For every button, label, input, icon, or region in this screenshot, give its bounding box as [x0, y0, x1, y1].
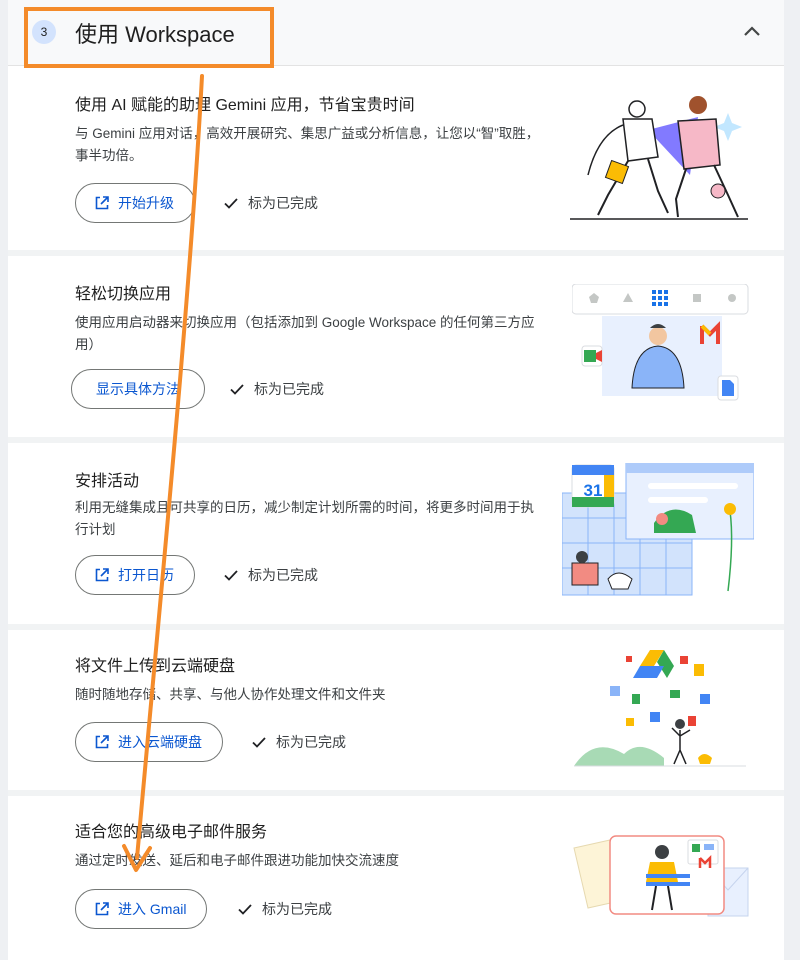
- checkmark-icon: [252, 737, 266, 748]
- drive-illustration: [574, 650, 746, 767]
- card-description: 与 Gemini 应用对话，高效开展研究、集思广益或分析信息，让您以“智”取胜，…: [75, 126, 540, 163]
- start-upgrade-button[interactable]: 开始升级: [75, 183, 195, 223]
- mark-complete-button[interactable]: 标为已完成: [229, 379, 324, 399]
- open-gmail-button[interactable]: 进入 Gmail: [75, 889, 208, 929]
- card-title: 使用 AI 赋能的助理 Gemini 应用，节省宝贵时间: [75, 97, 415, 114]
- card-title: 安排活动: [75, 473, 140, 490]
- mark-complete-button[interactable]: 标为已完成: [223, 193, 318, 213]
- mark-complete-label: 标为已完成: [248, 195, 318, 211]
- checkmark-icon: [224, 570, 238, 581]
- card-drive: 将文件上传到云端硬盘 随时随地存储、共享、与他人协作处理文件和文件夹 进入云端硬…: [8, 630, 784, 790]
- card-calendar: 安排活动 利用无缝集成且可共享的日历，减少制定计划所需的时间，将更多时间用于执行…: [8, 443, 784, 624]
- card-title: 适合您的高级电子邮件服务: [75, 824, 268, 841]
- external-link-icon: [95, 902, 109, 916]
- mark-complete-button[interactable]: 标为已完成: [237, 899, 332, 919]
- calendar-day-number: 31: [584, 481, 603, 500]
- mark-complete-button[interactable]: 标为已完成: [223, 565, 318, 585]
- open-drive-label: 进入云端硬盘: [118, 734, 202, 750]
- external-link-icon: [95, 196, 109, 210]
- card-description: 通过定时发送、延后和电子邮件跟进功能加快交流速度: [75, 853, 399, 868]
- card-title: 将文件上传到云端硬盘: [75, 658, 236, 675]
- card-description: 利用无缝集成且可共享的日历，减少制定计划所需的时间，将更多时间用于执行计划: [75, 500, 534, 537]
- checkmark-icon: [224, 198, 238, 209]
- card-gemini: 使用 AI 赋能的助理 Gemini 应用，节省宝贵时间 与 Gemini 应用…: [8, 67, 784, 250]
- checkmark-icon: [230, 384, 244, 395]
- chevron-up-icon[interactable]: [736, 16, 768, 48]
- show-how-label: 显示具体方法: [96, 381, 180, 397]
- card-description: 随时随地存储、共享、与他人协作处理文件和文件夹: [75, 687, 386, 702]
- card-gmail: 适合您的高级电子邮件服务 通过定时发送、延后和电子邮件跟进功能加快交流速度 进入…: [8, 796, 784, 960]
- card-description: 使用应用启动器来切换应用（包括添加到 Google Workspace 的任何第…: [75, 315, 535, 352]
- mark-complete-button[interactable]: 标为已完成: [251, 732, 346, 752]
- gemini-illustration: [570, 96, 748, 220]
- checkmark-icon: [238, 904, 252, 915]
- card-title: 轻松切换应用: [75, 286, 172, 303]
- start-upgrade-label: 开始升级: [118, 195, 174, 211]
- mark-complete-label: 标为已完成: [248, 567, 318, 583]
- mark-complete-label: 标为已完成: [254, 381, 324, 397]
- mark-complete-label: 标为已完成: [262, 901, 332, 917]
- open-gmail-label: 进入 Gmail: [118, 901, 187, 917]
- card-app-switch: 轻松切换应用 使用应用启动器来切换应用（包括添加到 Google Workspa…: [8, 256, 784, 437]
- open-calendar-label: 打开日历: [118, 567, 174, 583]
- calendar-illustration: 31: [562, 463, 754, 596]
- show-how-button[interactable]: 显示具体方法: [71, 369, 205, 409]
- external-link-icon: [95, 735, 109, 749]
- open-calendar-button[interactable]: 打开日历: [75, 555, 195, 595]
- external-link-icon: [95, 568, 109, 582]
- workspace-step-panel: 3 使用 Workspace 使用 AI 赋能的助理 Gemini 应用，节省宝…: [8, 0, 784, 960]
- app-launcher-illustration: [572, 284, 749, 401]
- mark-complete-label: 标为已完成: [276, 734, 346, 750]
- annotation-highlight-box: [24, 7, 274, 68]
- open-drive-button[interactable]: 进入云端硬盘: [75, 722, 223, 762]
- gmail-illustration: [573, 835, 749, 917]
